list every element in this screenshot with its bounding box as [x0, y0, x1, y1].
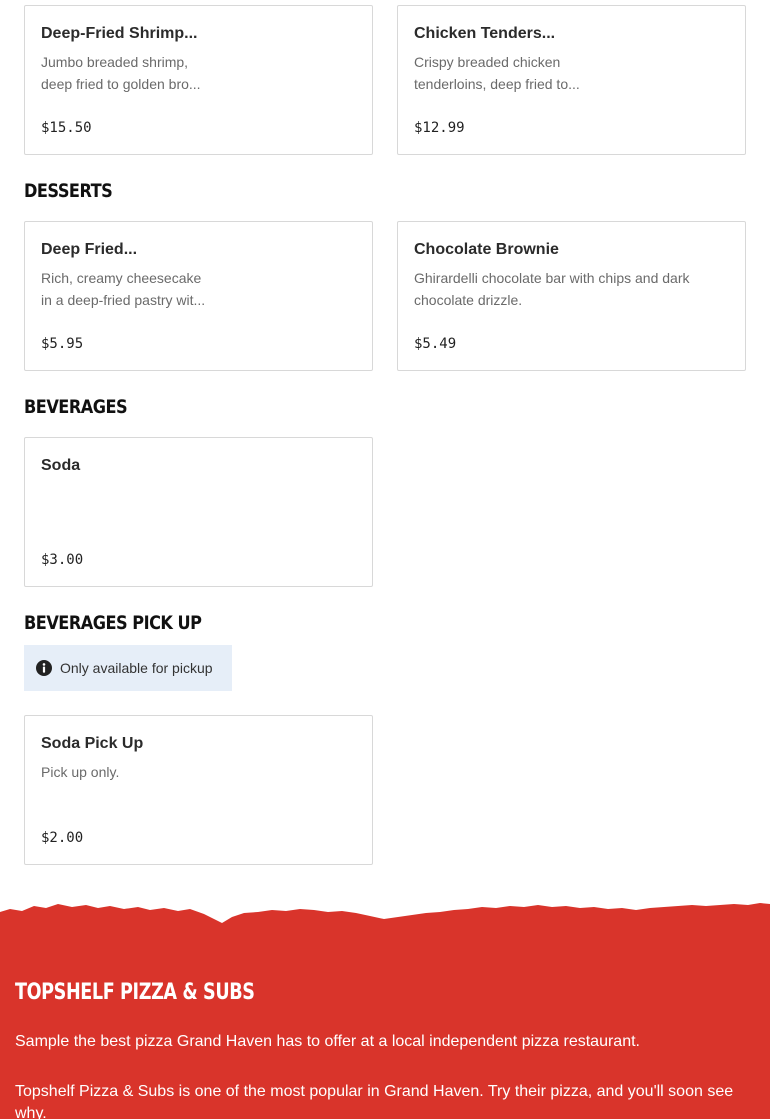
menu-item-card[interactable]: Deep-Fried Shrimp... Jumbo breaded shrim…	[24, 5, 373, 155]
menu-item-title: Deep-Fried Shrimp...	[41, 25, 198, 42]
menu-item-description: Jumbo breaded shrimp, deep fried to gold…	[41, 54, 201, 92]
menu-item-price: $12.99	[414, 120, 465, 136]
menu-item-card[interactable]: Chocolate Brownie Ghirardelli chocolate …	[397, 221, 746, 371]
menu-item-card[interactable]: Deep Fried... Rich, creamy cheesecake in…	[24, 221, 373, 371]
section-title-beverages: BEVERAGES	[24, 396, 128, 418]
menu-item-title: Deep Fried...	[41, 241, 138, 258]
footer-tagline: Sample the best pizza Grand Haven has to…	[15, 1033, 640, 1050]
site-footer: TOPSHELF PIZZA & SUBS Sample the best pi…	[0, 900, 770, 1119]
menu-item-title: Soda Pick Up	[41, 735, 144, 752]
menu-item-card[interactable]: Soda $3.00	[24, 437, 373, 587]
menu-item-price: $5.95	[41, 336, 84, 352]
menu-page: Deep-Fried Shrimp... Jumbo breaded shrim…	[0, 0, 770, 1119]
menu-item-description: Crispy breaded chicken tenderloins, deep…	[414, 54, 580, 92]
menu-item-card[interactable]: Chicken Tenders... Crispy breaded chicke…	[397, 5, 746, 155]
section-title-desserts: DESSERTS	[24, 180, 113, 202]
menu-item-description: Pick up only.	[41, 764, 120, 780]
info-circle-icon	[36, 660, 52, 676]
menu-item-price: $5.49	[414, 336, 457, 352]
pickup-notice: Only available for pickup	[24, 645, 232, 691]
menu-item-card[interactable]: Soda Pick Up Pick up only. $2.00	[24, 715, 373, 865]
pickup-notice-text: Only available for pickup	[60, 660, 213, 676]
section-title-beverages-pick-up: BEVERAGES PICK UP	[24, 612, 202, 634]
menu-item-title: Chocolate Brownie	[414, 241, 559, 258]
footer-blurb: Topshelf Pizza & Subs is one of the most…	[15, 1083, 734, 1119]
menu-item-price: $2.00	[41, 830, 84, 846]
menu-item-description: Ghirardelli chocolate bar with chips and…	[414, 270, 690, 308]
menu-item-price: $3.00	[41, 552, 84, 568]
menu-item-price: $15.50	[41, 120, 92, 136]
menu-item-description: Rich, creamy cheesecake in a deep-fried …	[41, 270, 206, 308]
footer-brand: TOPSHELF PIZZA & SUBS	[15, 980, 255, 1005]
menu-item-title: Soda	[41, 457, 81, 474]
menu-item-title: Chicken Tenders...	[414, 25, 556, 42]
